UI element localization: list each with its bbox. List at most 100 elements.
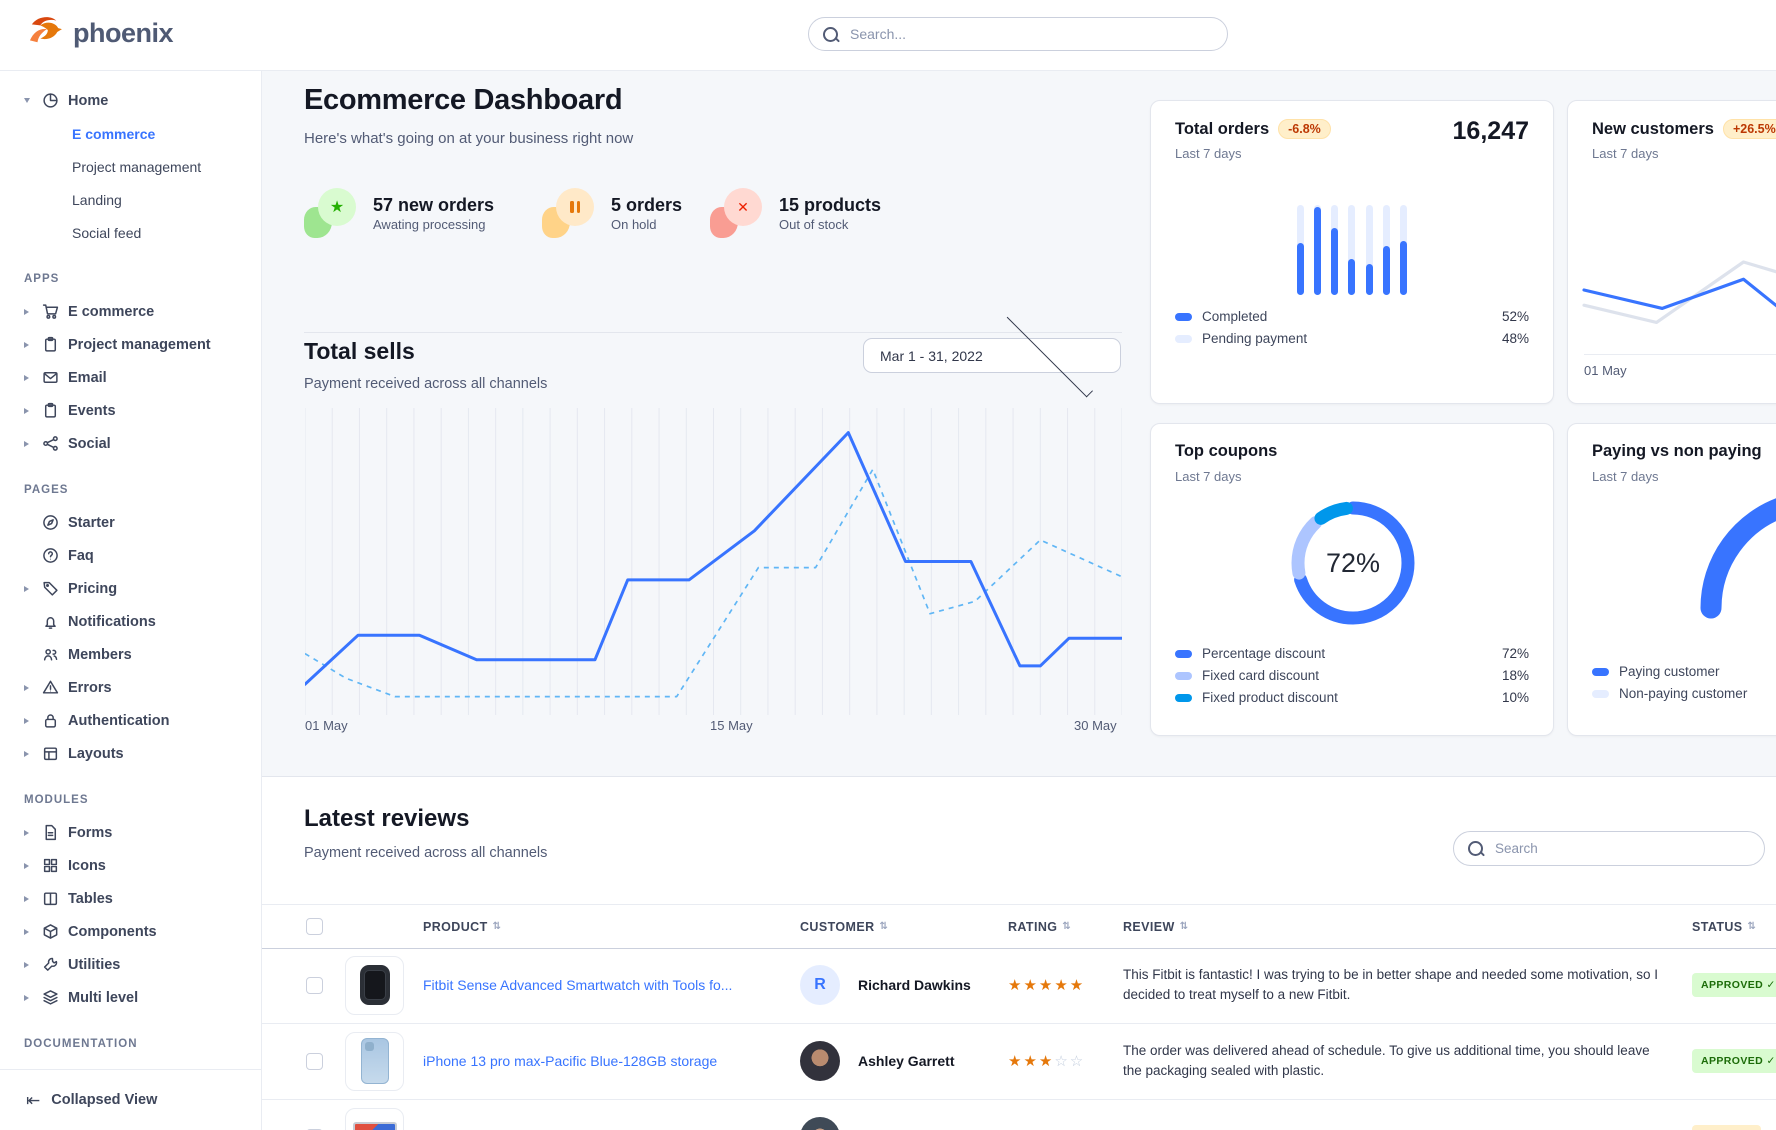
sidebar-item-authentication[interactable]: Authentication [0,704,261,737]
stat-out-of-stock: ✕ 15 products Out of stock [710,188,881,238]
legend-pending: Pending payment 48% [1175,331,1529,346]
caret-right-icon [24,375,33,381]
legend-swatch [1175,694,1192,702]
column-header-rating[interactable]: RATING⇅ [1008,905,1071,948]
product-image[interactable] [345,1032,404,1091]
sidebar-item-notifications[interactable]: Notifications [0,605,261,638]
sidebar-item-multi-level[interactable]: Multi level [0,981,261,1014]
sidebar-item-icons[interactable]: Icons [0,849,261,882]
sidebar-item-layouts[interactable]: Layouts [0,737,261,770]
sidebar-item-project-management[interactable]: Project management [0,150,261,183]
sidebar-item-forms[interactable]: Forms [0,816,261,849]
grid-icon [42,857,59,874]
sidebar-item-apps-events[interactable]: Events [0,394,261,427]
sort-icon: ⇅ [880,921,889,932]
select-all-checkbox[interactable] [306,918,323,935]
sidebar-item-starter[interactable]: Starter [0,506,261,539]
legend-percentage-discount: Percentage discount 72% [1175,646,1529,661]
compass-icon [42,514,59,531]
caret-right-icon [24,962,33,968]
sidebar-item-landing[interactable]: Landing [0,183,261,216]
x-icon: ✕ [710,188,762,238]
card-title: Paying vs non paying [1592,442,1762,461]
sidebar-item-home[interactable]: Home [0,84,261,117]
sidebar: Home E commerce Project management Landi… [0,70,262,1130]
table-row: Fitbit Sense Advanced Smartwatch with To… [262,947,1776,1024]
column-header-review[interactable]: REVIEW⇅ [1123,905,1189,948]
tag-icon [42,580,59,597]
donut-center-label: 72% [1278,488,1428,638]
warning-triangle-icon [42,679,59,696]
sidebar-item-utilities[interactable]: Utilities [0,948,261,981]
product-link[interactable]: Fitbit Sense Advanced Smartwatch with To… [423,977,732,993]
sidebar-item-apps-project-management[interactable]: Project management [0,328,261,361]
collapse-sidebar-button[interactable]: ⇤ Collapsed View [0,1069,261,1130]
sidebar-item-ecommerce[interactable]: E commerce [0,117,261,150]
sidebar-item-pricing[interactable]: Pricing [0,572,261,605]
product-link[interactable]: iPhone 13 pro max-Pacific Blue-128GB sto… [423,1053,717,1069]
column-header-status[interactable]: STATUS⇅ [1692,905,1756,948]
caret-right-icon [24,995,33,1001]
date-range-select[interactable]: Mar 1 - 31, 2022 [863,338,1121,373]
card-period: Last 7 days [1592,469,1659,484]
card-period: Last 7 days [1175,469,1242,484]
avatar [800,1041,840,1081]
sidebar-item-members[interactable]: Members [0,638,261,671]
total-orders-value: 16,247 [1453,117,1529,146]
legend-fixed-product-discount: Fixed product discount 10% [1175,690,1529,705]
total-sells-chart [305,408,1122,715]
total-orders-card: Total orders -6.8% Last 7 days 16,247 Co… [1150,100,1554,404]
reviews-search-input[interactable] [1493,840,1750,857]
card-title: Top coupons [1175,442,1277,461]
file-text-icon [42,824,59,841]
sidebar-item-tables[interactable]: Tables [0,882,261,915]
product-image[interactable] [345,956,404,1015]
page-title: Ecommerce Dashboard [304,84,622,117]
check-icon: ✓ [1766,979,1775,991]
avatar [800,1117,840,1130]
star-icon: ★ [304,188,356,238]
sidebar-item-apps-email[interactable]: Email [0,361,261,394]
phoenix-bird-icon [26,15,64,52]
legend-swatch [1175,672,1192,680]
table-columns-icon [42,890,59,907]
legend-fixed-card-discount: Fixed card discount 18% [1175,668,1529,683]
sidebar-item-social-feed[interactable]: Social feed [0,216,261,249]
axis-line [1584,354,1776,355]
global-search-input[interactable] [848,25,1213,43]
row-checkbox[interactable] [306,977,323,994]
change-badge: +26.5% [1723,119,1776,139]
sidebar-item-faq[interactable]: Faq [0,539,261,572]
caret-right-icon [24,309,33,315]
sidebar-item-apps-social[interactable]: Social [0,427,261,460]
reviews-search[interactable] [1453,831,1765,866]
caret-right-icon [24,830,33,836]
column-header-customer[interactable]: CUSTOMER⇅ [800,905,888,948]
divider [304,332,1122,333]
row-checkbox[interactable] [306,1053,323,1070]
share-nodes-icon [42,435,59,452]
column-header-product[interactable]: PRODUCT⇅ [423,905,501,948]
caret-right-icon [24,586,33,592]
legend-paying: Paying customer [1592,664,1776,679]
sidebar-item-errors[interactable]: Errors [0,671,261,704]
table-row: iPhone 13 pro max-Pacific Blue-128GB sto… [262,1023,1776,1100]
stat-new-orders: ★ 57 new orders Awating processing [304,188,494,238]
review-text: The order was delivered ahead of schedul… [1123,1041,1668,1082]
chevron-down-icon [1006,311,1092,397]
check-icon: ✓ [1766,1055,1775,1067]
product-image[interactable] [345,1108,404,1130]
global-search[interactable] [808,17,1228,51]
caret-right-icon [24,751,33,757]
cube-icon [42,923,59,940]
sidebar-item-apps-ecommerce[interactable]: E commerce [0,295,261,328]
reviews-title: Latest reviews [304,805,469,833]
legend-swatch [1175,313,1192,321]
brand-logo[interactable]: phoenix [26,15,173,52]
x-tick-01may: 01 May [1584,363,1627,378]
caret-right-icon [24,342,33,348]
sidebar-item-components[interactable]: Components [0,915,261,948]
sort-icon: ⇅ [1748,921,1757,932]
sidebar-section-documentation: DOCUMENTATION [0,1036,261,1052]
latest-reviews-section: Latest reviews Payment received across a… [262,776,1776,1130]
